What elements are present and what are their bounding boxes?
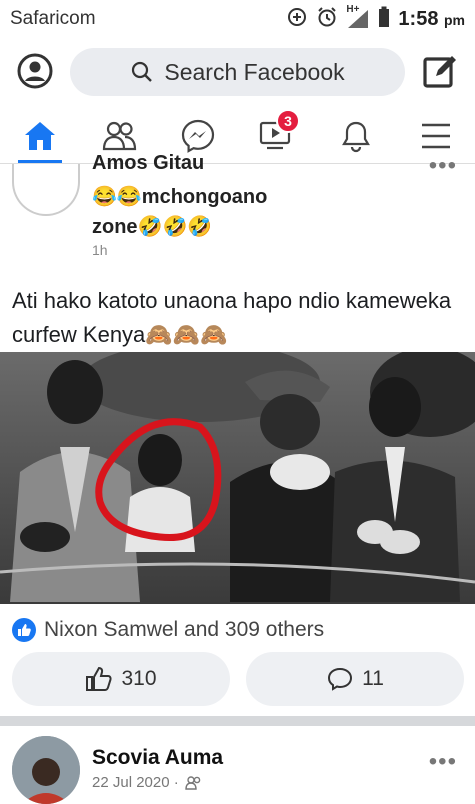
tab-messenger[interactable] xyxy=(176,116,220,156)
avatar-image xyxy=(12,736,80,804)
avatar[interactable] xyxy=(12,164,80,216)
post-timestamp[interactable]: 1h xyxy=(92,242,108,258)
thumbs-up-icon xyxy=(86,666,113,691)
messenger-icon xyxy=(181,119,215,153)
active-tab-indicator xyxy=(18,160,62,163)
search-bar[interactable]: Search Facebook xyxy=(70,48,405,96)
data-saver-icon xyxy=(286,6,308,33)
feed-divider xyxy=(0,716,475,726)
clock-time: 1:58 xyxy=(398,7,439,30)
tab-notifications[interactable] xyxy=(334,116,378,156)
battery-icon xyxy=(378,6,390,33)
group-name-line-2: zone🤣🤣🤣 xyxy=(92,216,213,238)
network-type-label: H+ xyxy=(346,4,360,15)
post-actions: 310 11 xyxy=(0,652,475,708)
carrier-name: Safaricom xyxy=(10,8,96,29)
group-name[interactable]: 😂😂mchongoano zone🤣🤣🤣 xyxy=(92,182,267,242)
home-icon xyxy=(25,122,55,150)
like-reaction-icon xyxy=(12,618,36,642)
signal-icon: H+ xyxy=(346,4,370,30)
comment-icon xyxy=(328,667,353,691)
post-author[interactable]: Scovia Auma xyxy=(92,746,223,770)
top-bar: Search Facebook xyxy=(0,38,475,102)
post-date[interactable]: 22 Jul 2020 · xyxy=(92,774,203,791)
group-name-line-1: 😂😂mchongoano xyxy=(92,186,268,208)
search-placeholder: Search Facebook xyxy=(164,58,345,85)
tab-bar: 3 xyxy=(0,106,475,164)
post-author[interactable]: Amos Gitau xyxy=(92,152,204,175)
friends-icon xyxy=(102,121,137,151)
alarm-icon xyxy=(316,6,338,33)
photo-illustration xyxy=(0,352,475,604)
like-count: 310 xyxy=(121,667,157,690)
menu-icon xyxy=(422,123,450,149)
video-badge: 3 xyxy=(276,108,300,133)
comment-button[interactable]: 11 xyxy=(246,652,464,706)
status-icons: H+ 1:58 pm xyxy=(286,4,465,33)
friends-audience-icon xyxy=(185,775,201,790)
profile-icon[interactable] xyxy=(16,52,54,95)
compose-icon[interactable] xyxy=(422,52,460,95)
post-caption: Ati hako katoto unaona hapo ndio kamewek… xyxy=(12,288,452,347)
post-date-text: 22 Jul 2020 · xyxy=(92,774,179,791)
bell-icon xyxy=(342,121,370,153)
clock: 1:58 pm xyxy=(398,8,465,31)
reactions-text: Nixon Samwel and 309 others xyxy=(44,618,325,641)
tab-friends[interactable] xyxy=(98,116,142,156)
tab-home[interactable] xyxy=(18,116,62,156)
tab-watch[interactable]: 3 xyxy=(254,108,300,156)
clock-ampm: pm xyxy=(444,11,465,28)
avatar[interactable] xyxy=(12,736,80,804)
post-photo[interactable] xyxy=(0,352,475,604)
post-options-button[interactable]: ••• xyxy=(429,748,457,776)
reactions-summary[interactable]: Nixon Samwel and 309 others xyxy=(12,618,324,642)
search-icon xyxy=(132,61,153,82)
tab-menu[interactable] xyxy=(414,116,458,156)
like-button[interactable]: 310 xyxy=(12,652,230,706)
status-bar: Safaricom H+ 1:58 pm xyxy=(0,0,475,38)
post-options-button[interactable]: ••• xyxy=(429,152,457,180)
comment-count: 11 xyxy=(362,667,384,690)
post-header: Amos Gitau 😂😂mchongoano zone🤣🤣🤣 1h ••• xyxy=(0,152,475,274)
